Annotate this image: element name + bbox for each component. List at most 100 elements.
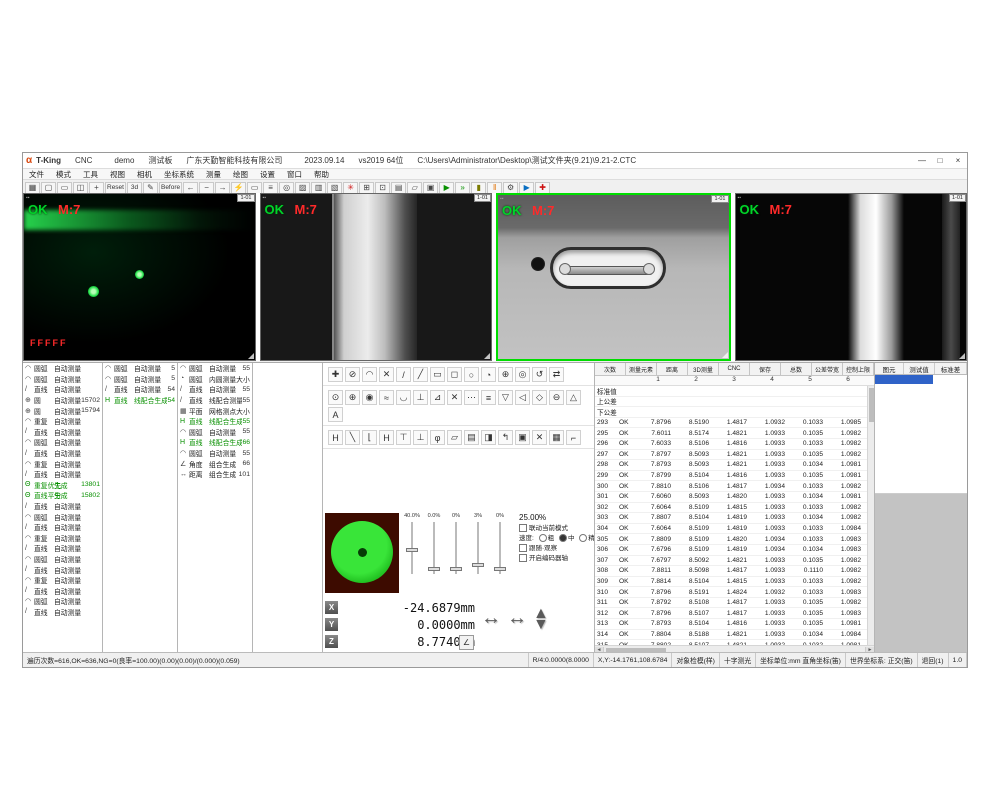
checkbox-encoder[interactable] <box>519 554 527 562</box>
list-item[interactable]: Θ 直线平分 生成 15802 <box>23 490 102 501</box>
tool-tri-left-icon[interactable]: ◁ <box>515 390 530 405</box>
table-row[interactable]: 293 OK 7.8796 8.5190 1.4817 1.0932 0.103… <box>595 418 867 429</box>
status-world-coordinates[interactable]: 世界坐标系: 正交(笛) <box>846 653 918 667</box>
statistics-body[interactable] <box>875 375 967 494</box>
light-slider[interactable] <box>401 519 423 577</box>
list-item[interactable]: / 直线 自动测量 <box>23 384 102 395</box>
tool-arc-icon[interactable]: ◠ <box>362 367 377 382</box>
grid-dot-icon[interactable]: ⊡ <box>375 182 390 194</box>
tool-perpendicular-icon[interactable]: ⊥ <box>413 390 428 405</box>
table-tab[interactable]: 次数 <box>595 363 626 375</box>
list-item[interactable]: / 直线 自动测量 <box>23 448 102 459</box>
tool-circle-icon[interactable]: ○ <box>464 367 479 382</box>
grid-add-icon[interactable]: ⊞ <box>359 182 374 194</box>
tool-square-icon[interactable]: ◻ <box>447 367 462 382</box>
folder-icon[interactable]: ▱ <box>407 182 422 194</box>
list-item[interactable]: ◠ 圆弧 自动测量 <box>23 363 102 374</box>
table-row[interactable]: 296 OK 7.6033 8.5106 1.4816 1.0933 0.103… <box>595 439 867 450</box>
list-item[interactable]: ◠ 重复 自动测量 <box>23 533 102 544</box>
list-item[interactable]: / 直线 自动测量 <box>23 469 102 480</box>
fast-play-icon[interactable]: » <box>455 182 470 194</box>
camera-view-1[interactable]: ▪▪ 1-01 OK M:7 FFFFF <box>23 193 256 361</box>
tool-circle-slash-icon[interactable]: ⊘ <box>345 367 360 382</box>
list-item[interactable]: ◔ 圆弧 内圆测量大小 <box>178 374 252 385</box>
table-row[interactable]: 307 OK 7.6797 8.5092 1.4821 1.0933 0.103… <box>595 556 867 567</box>
settings-gear-icon[interactable]: ⚙ <box>503 182 518 194</box>
tool-ring-icon[interactable]: ◎ <box>515 367 530 382</box>
tool-wave-icon[interactable]: ≈ <box>379 390 394 405</box>
slider-thumb[interactable] <box>450 567 462 571</box>
open-icon[interactable]: ▭ <box>57 182 72 194</box>
table-tab[interactable]: 总数 <box>781 363 812 375</box>
menu-item[interactable]: 窗口 <box>281 169 308 180</box>
list-item[interactable]: ◠ 重复 自动测量 <box>23 575 102 586</box>
menu-item[interactable]: 设置 <box>254 169 281 180</box>
tool-add-circle-icon[interactable]: ⊕ <box>345 390 360 405</box>
table-tab[interactable]: 控制上限 <box>843 363 874 375</box>
tool-grid-icon[interactable]: ▦ <box>549 430 564 445</box>
list-item[interactable]: / 直线 自动测量 <box>23 501 102 512</box>
before-button[interactable]: Before <box>159 182 182 194</box>
list-item[interactable]: ◠ 圆弧 自动测量 <box>23 511 102 522</box>
resize-grip-icon[interactable] <box>248 353 254 359</box>
arrow-left-icon[interactable]: ← <box>183 182 198 194</box>
tool-arc2-icon[interactable]: ◡ <box>396 390 411 405</box>
minimize-button[interactable]: — <box>913 154 931 167</box>
tool-dots-icon[interactable]: ⋯ <box>464 390 479 405</box>
table-row[interactable]: 312 OK 7.8796 8.5107 1.4817 1.0933 0.103… <box>595 608 867 619</box>
tool-ray-icon[interactable]: ╱ <box>413 367 428 382</box>
camera-view-2[interactable]: ▪▪ 1-01 OK M:7 <box>260 193 493 361</box>
table-row[interactable]: 300 OK 7.8810 8.5106 1.4817 1.0934 0.103… <box>595 481 867 492</box>
jog-left-right-icon[interactable]: ↔ <box>507 607 527 630</box>
tool-close-icon[interactable]: ✕ <box>532 430 547 445</box>
tool-pie-icon[interactable]: ◔ <box>481 367 496 382</box>
play-icon[interactable]: ▶ <box>439 182 454 194</box>
table-row[interactable]: 313 OK 7.8793 8.5104 1.4816 1.0933 0.103… <box>595 619 867 630</box>
magnifier-icon[interactable]: ◎ <box>279 182 294 194</box>
minus-icon[interactable]: − <box>199 182 214 194</box>
table-tab[interactable]: 公差带宽 <box>812 363 843 375</box>
tool-plus-icon[interactable]: ✚ <box>535 182 550 194</box>
list-item[interactable]: / 直线 自动测量 <box>23 564 102 575</box>
tool-perp2-icon[interactable]: ⊥ <box>413 430 428 445</box>
crosshair-icon[interactable]: + <box>89 182 104 194</box>
list-item[interactable]: / 直线 自动测量 55 <box>178 384 252 395</box>
list-item[interactable]: ↔ 距离 组合生成 101 <box>178 469 252 480</box>
camera-view-3-selected[interactable]: ▪▪ 1-01 OK M:7 <box>496 193 731 361</box>
camera-view-4[interactable]: ▪▪ 1-01 OK M:7 <box>735 193 968 361</box>
tool-probe-icon[interactable]: φ <box>430 430 445 445</box>
table-row[interactable]: 308 OK 7.8811 8.5098 1.4817 1.0933 0.111… <box>595 566 867 577</box>
layers-icon[interactable]: ≡ <box>263 182 278 194</box>
table-tab[interactable]: 保存 <box>750 363 781 375</box>
tolerance-row[interactable]: 标准值 <box>595 386 867 397</box>
scrollbar-thumb[interactable] <box>869 388 874 422</box>
tool-grid-rows-icon[interactable]: ▤ <box>464 430 479 445</box>
list-item[interactable]: ◠ 圆弧 自动测量 <box>23 374 102 385</box>
checkbox-follow[interactable] <box>519 544 527 552</box>
table-vertical-scrollbar[interactable] <box>867 386 874 645</box>
menu-item[interactable]: 坐标系统 <box>158 169 200 180</box>
tool-diamond-icon[interactable]: ◇ <box>532 390 547 405</box>
list-item[interactable]: / 直线 自动测量 <box>23 607 102 618</box>
hatch-icon[interactable]: ▨ <box>295 182 310 194</box>
slider-thumb[interactable] <box>428 567 440 571</box>
3d-button[interactable]: 3d <box>127 182 142 194</box>
table-row[interactable]: 306 OK 7.6796 8.5109 1.4819 1.0934 0.103… <box>595 545 867 556</box>
light-slider[interactable] <box>489 519 511 577</box>
slider-thumb[interactable] <box>472 563 484 567</box>
list-item[interactable]: H 直线 线配合生成 55 <box>178 416 252 427</box>
tool-cross-icon[interactable]: ✕ <box>379 367 394 382</box>
resize-grip-icon[interactable] <box>484 353 490 359</box>
screen-icon[interactable]: ▧ <box>327 182 342 194</box>
tool-point-icon[interactable]: ✚ <box>328 367 343 382</box>
light-icon[interactable]: ⚡ <box>231 182 246 194</box>
tool-tri-down-icon[interactable]: ▽ <box>498 390 513 405</box>
radio-medium[interactable] <box>559 534 567 542</box>
pattern-icon[interactable]: ▥ <box>311 182 326 194</box>
table-row[interactable]: 311 OK 7.8792 8.5108 1.4817 1.0933 0.103… <box>595 598 867 609</box>
list-item[interactable]: ▦ 平面 网格测点大小 <box>178 405 252 416</box>
list-item[interactable]: ◠ 圆弧 自动测量 <box>23 554 102 565</box>
draw-icon[interactable]: ✎ <box>143 182 158 194</box>
resize-grip-icon[interactable] <box>959 353 965 359</box>
list-item[interactable]: Θ 重复优先 生成 13801 <box>23 480 102 491</box>
